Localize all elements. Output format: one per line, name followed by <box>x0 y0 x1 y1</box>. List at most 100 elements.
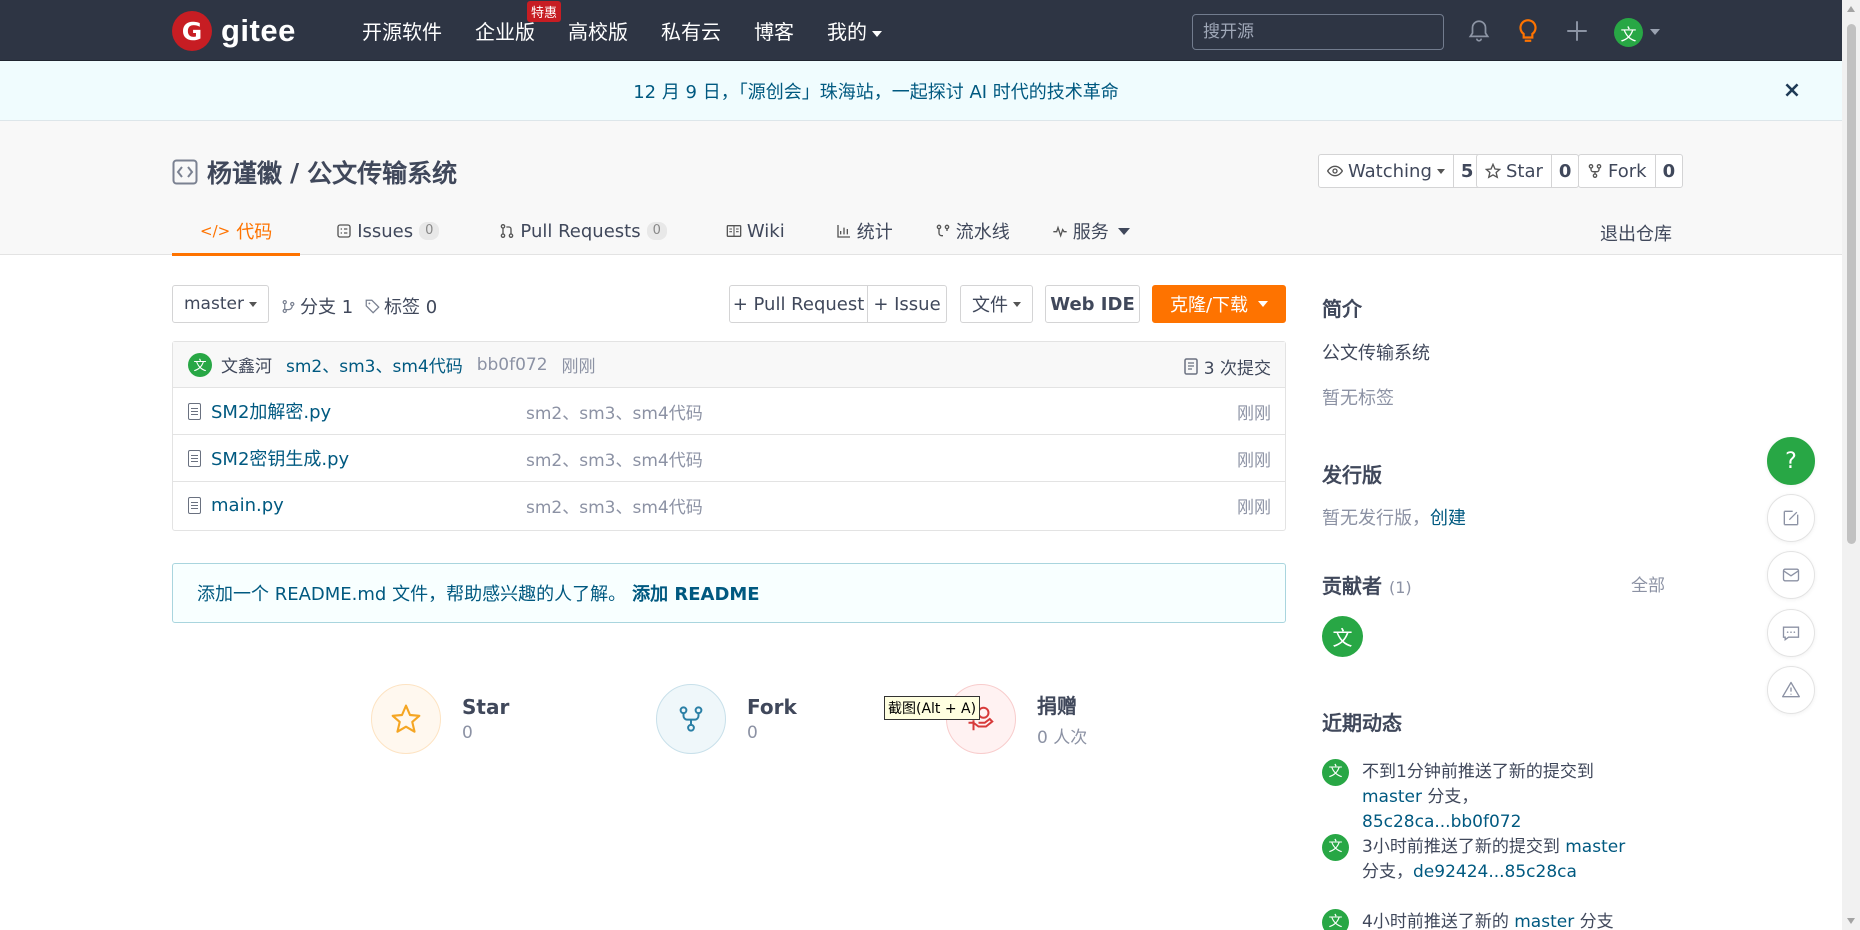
clone-download-label: 克隆/下载 <box>1169 295 1249 316</box>
nav-education[interactable]: 高校版 <box>568 16 628 45</box>
activity-range-link[interactable]: 85c28ca...bb0f072 <box>1362 812 1521 832</box>
activity-avatar[interactable]: 文 <box>1322 834 1349 861</box>
scroll-up-arrow-icon[interactable] <box>1847 6 1855 12</box>
commit-hash[interactable]: bb0f072 <box>477 355 548 375</box>
all-contributors-link[interactable]: 全部 <box>1631 571 1665 596</box>
create-release-link[interactable]: 创建 <box>1430 508 1466 529</box>
stat-star-text: Star 0 <box>462 695 509 743</box>
chevron-down-icon <box>248 301 257 307</box>
tab-issues-label: Issues <box>357 220 414 242</box>
mail-icon <box>1782 568 1800 582</box>
tab-code[interactable]: </> 代码 <box>172 207 301 256</box>
activity-avatar[interactable]: 文 <box>1322 909 1349 930</box>
file-name-link[interactable]: SM2加解密.py <box>211 398 331 424</box>
report-button[interactable] <box>1767 666 1815 714</box>
feedback-edit-button[interactable] <box>1767 494 1815 542</box>
activity-branch-link[interactable]: master <box>1362 787 1422 807</box>
exit-repo-link[interactable]: 退出仓库 <box>1600 220 1672 246</box>
tab-code-label: 代码 <box>236 222 273 243</box>
commits-icon <box>1184 358 1198 375</box>
activity-text: 4小时前推送了新的 master 分支 <box>1362 910 1614 930</box>
lightbulb-icon[interactable] <box>1515 18 1541 44</box>
branches-link[interactable]: 分支 1 <box>281 293 353 319</box>
web-ide-button[interactable]: Web IDE <box>1045 285 1140 323</box>
nav-blog[interactable]: 博客 <box>754 16 794 45</box>
activity-avatar[interactable]: 文 <box>1322 759 1349 786</box>
contributors-title-label: 贡献者 <box>1322 574 1382 598</box>
branch-select[interactable]: master <box>172 285 269 323</box>
contributor-avatar[interactable]: 文 <box>1322 616 1363 657</box>
activity-branch-link[interactable]: master <box>1514 912 1574 930</box>
stat-fork[interactable]: Fork 0 <box>656 684 797 754</box>
new-issue-button[interactable]: + Issue <box>867 285 947 323</box>
plus-icon[interactable] <box>1564 18 1590 44</box>
activity-item: 文 不到1分钟前推送了新的提交到 master 分支， 85c28ca...bb0… <box>1322 759 1632 835</box>
repo-owner-link[interactable]: 杨谨徽 <box>207 154 282 190</box>
file-commit-message[interactable]: sm2、sm3、sm4代码 <box>526 399 703 424</box>
bell-icon[interactable] <box>1466 18 1492 44</box>
commit-count-link[interactable]: 3 次提交 <box>1184 354 1271 379</box>
tab-stats[interactable]: 统计 <box>821 207 893 255</box>
stat-star[interactable]: Star 0 <box>371 684 509 754</box>
nav-mine[interactable]: 我的 <box>827 16 882 45</box>
file-icon <box>188 403 201 420</box>
chat-icon <box>1782 626 1800 641</box>
branch-icon <box>282 299 295 313</box>
tab-issues[interactable]: Issues 0 <box>336 207 440 255</box>
activity-middle: 分支， <box>1362 862 1413 882</box>
file-commit-message[interactable]: sm2、sm3、sm4代码 <box>526 493 703 518</box>
tab-wiki[interactable]: Wiki <box>703 207 785 255</box>
avatar-chevron-down-icon[interactable] <box>1650 29 1660 35</box>
file-row[interactable]: SM2密钥生成.py sm2、sm3、sm4代码 刚刚 <box>173 435 1285 482</box>
tab-pipeline[interactable]: 流水线 <box>929 207 1010 255</box>
file-row[interactable]: SM2加解密.py sm2、sm3、sm4代码 刚刚 <box>173 388 1285 435</box>
code-icon: </> <box>200 222 231 240</box>
file-name-link[interactable]: SM2密钥生成.py <box>211 445 349 471</box>
star-circle <box>371 684 441 754</box>
nav-mine-label: 我的 <box>827 20 867 44</box>
commit-count-label: 3 次提交 <box>1203 359 1271 379</box>
fork-count[interactable]: 0 <box>1654 155 1683 187</box>
gitee-logo[interactable]: G gitee <box>172 11 296 51</box>
chevron-down-icon <box>1258 301 1269 307</box>
announcement-link[interactable]: 12 月 9 日，「源创会」珠海站，一起探讨 AI 时代的技术革命 <box>633 78 1119 104</box>
tab-services[interactable]: 服务 <box>1046 207 1130 255</box>
search-input[interactable] <box>1203 22 1433 42</box>
repo-name-link[interactable]: 公文传输系统 <box>307 154 457 190</box>
user-avatar[interactable]: 文 <box>1614 18 1643 47</box>
fork-button[interactable]: Fork <box>1579 155 1655 187</box>
commit-author[interactable]: 文鑫河 <box>221 352 272 377</box>
page-scrollbar[interactable] <box>1842 0 1860 930</box>
file-time: 刚刚 <box>1237 498 1271 518</box>
readme-notice: 添加一个 README.md 文件，帮助感兴趣的人了解。 添加 README <box>172 563 1286 623</box>
tab-pull-requests[interactable]: Pull Requests 0 <box>475 207 667 255</box>
stat-fork-value: 0 <box>747 723 758 743</box>
stat-donate-value: 0 人次 <box>1037 728 1088 748</box>
file-name-link[interactable]: main.py <box>211 495 284 516</box>
file-commit-message[interactable]: sm2、sm3、sm4代码 <box>526 446 703 471</box>
mail-button[interactable] <box>1767 551 1815 599</box>
tags-link[interactable]: 标签 0 <box>365 293 437 319</box>
close-icon[interactable]: × <box>1782 80 1802 102</box>
help-button[interactable]: ? <box>1767 437 1815 485</box>
nav-private-cloud[interactable]: 私有云 <box>661 16 721 45</box>
new-pull-request-button[interactable]: + Pull Request <box>729 285 868 323</box>
nav-open-source[interactable]: 开源软件 <box>362 16 442 45</box>
activity-branch-link[interactable]: master <box>1565 837 1625 857</box>
watch-button[interactable]: Watching <box>1319 155 1453 187</box>
clone-download-button[interactable]: 克隆/下载 <box>1152 285 1286 323</box>
intro-title: 简介 <box>1322 297 1362 321</box>
add-readme-link[interactable]: 添加 README <box>632 580 760 606</box>
star-button[interactable]: Star <box>1477 155 1551 187</box>
activity-range-link[interactable]: de92424...85c28ca <box>1413 862 1577 882</box>
commit-message[interactable]: sm2、sm3、sm4代码 <box>286 352 463 377</box>
scroll-down-arrow-icon[interactable] <box>1847 918 1855 924</box>
star-count[interactable]: 0 <box>1550 155 1579 187</box>
activity-prefix: 3小时前推送了新的提交到 <box>1362 837 1566 857</box>
chat-button[interactable] <box>1767 609 1815 657</box>
nav-enterprise[interactable]: 企业版 特惠 <box>475 1 562 45</box>
file-menu-button[interactable]: 文件 <box>960 285 1033 323</box>
scroll-thumb[interactable] <box>1847 24 1856 544</box>
file-row[interactable]: main.py sm2、sm3、sm4代码 刚刚 <box>173 482 1285 529</box>
commit-author-avatar[interactable]: 文 <box>188 352 212 377</box>
